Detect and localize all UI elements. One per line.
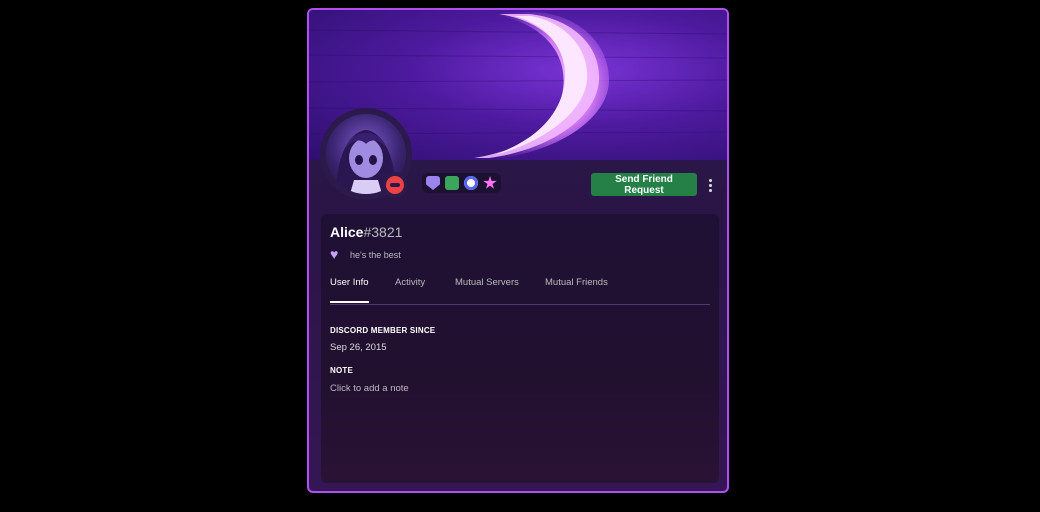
username-name: Alice bbox=[330, 224, 364, 240]
tab-activity[interactable]: Activity bbox=[395, 276, 425, 303]
do-not-disturb-icon bbox=[386, 176, 404, 194]
boost-badge-icon[interactable] bbox=[464, 176, 478, 190]
note-input[interactable]: Click to add a note bbox=[330, 383, 409, 394]
send-friend-request-button[interactable]: Send Friend Request bbox=[591, 173, 697, 196]
tab-mutual-friends[interactable]: Mutual Friends bbox=[545, 276, 608, 303]
note-heading: NOTE bbox=[330, 366, 354, 375]
tab-user-info[interactable]: User Info bbox=[330, 276, 369, 303]
tab-mutual-servers[interactable]: Mutual Servers bbox=[455, 276, 519, 303]
more-vertical-icon[interactable] bbox=[703, 175, 717, 195]
user-profile-modal: Send Friend Request Alice#3821 ♥ he's th… bbox=[307, 8, 729, 493]
custom-status: ♥ he's the best bbox=[330, 246, 401, 262]
profile-tabs: User Info Activity Mutual Servers Mutual… bbox=[330, 276, 710, 305]
purple-heart-icon: ♥ bbox=[330, 246, 339, 262]
username-discriminator: #3821 bbox=[363, 224, 403, 240]
badge-list bbox=[422, 173, 501, 193]
profile-info-card: Alice#3821 ♥ he's the best User Info Act… bbox=[321, 214, 719, 483]
member-since-heading: DISCORD MEMBER SINCE bbox=[330, 326, 436, 335]
nitro-badge-icon[interactable] bbox=[445, 176, 459, 190]
custom-status-text: he's the best bbox=[350, 249, 401, 260]
hypesquad-badge-icon[interactable] bbox=[426, 176, 440, 190]
username: Alice#3821 bbox=[330, 224, 402, 240]
status-indicator bbox=[382, 172, 408, 198]
member-since-value: Sep 26, 2015 bbox=[330, 342, 387, 353]
star-badge-icon[interactable] bbox=[483, 176, 497, 189]
